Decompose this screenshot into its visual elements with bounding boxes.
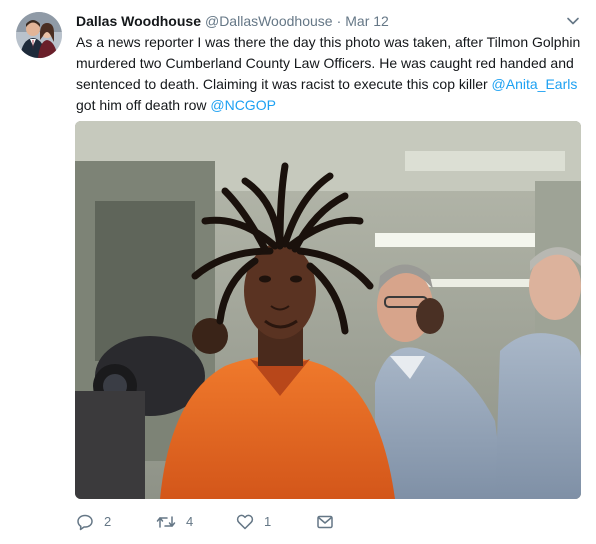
mention-link-anita-earls[interactable]: @Anita_Earls	[492, 76, 578, 92]
retweet-icon	[156, 516, 176, 528]
tweet-date[interactable]: Mar 12	[345, 12, 389, 30]
author-name[interactable]: Dallas Woodhouse	[76, 12, 201, 30]
photo-image	[75, 121, 581, 499]
tweet-text-line: As a news reporter I was there the day t…	[76, 34, 581, 50]
reply-icon	[77, 514, 93, 531]
envelope-icon	[317, 515, 333, 529]
reply-count: 2	[104, 514, 112, 529]
tweet-header: Dallas Woodhouse @DallasWoodhouse · Mar …	[76, 12, 389, 30]
author-handle[interactable]: @DallasWoodhouse	[205, 12, 333, 30]
tweet-text-line: got him off death row @NCGOP	[76, 95, 582, 116]
tweet-text: As a news reporter I was there the day t…	[76, 32, 582, 116]
tweet-text-fragment: sentenced to death. Claiming it was raci…	[76, 76, 492, 92]
retweet-count: 4	[186, 514, 194, 529]
like-count: 1	[264, 514, 272, 529]
author-avatar[interactable]	[16, 12, 62, 58]
like-button[interactable]: 1	[236, 512, 271, 532]
tweet-card[interactable]: Dallas Woodhouse @DallasWoodhouse · Mar …	[0, 0, 596, 544]
profile-photo-icon	[16, 12, 62, 58]
heart-icon	[236, 514, 254, 530]
reply-button[interactable]: 2	[76, 512, 111, 532]
tweet-text-fragment: got him off death row	[76, 97, 211, 113]
direct-message-button[interactable]	[316, 512, 334, 532]
mention-link-ncgop[interactable]: @NCGOP	[210, 97, 276, 113]
tweet-text-line: sentenced to death. Claiming it was raci…	[76, 74, 582, 95]
tweet-text-line: murdered two Cumberland County Law Offic…	[76, 55, 574, 71]
header-separator: ·	[336, 13, 342, 29]
more-options-chevron-down-icon[interactable]	[565, 13, 581, 29]
tweet-photo[interactable]	[75, 121, 581, 499]
retweet-button[interactable]: 4	[156, 512, 193, 532]
